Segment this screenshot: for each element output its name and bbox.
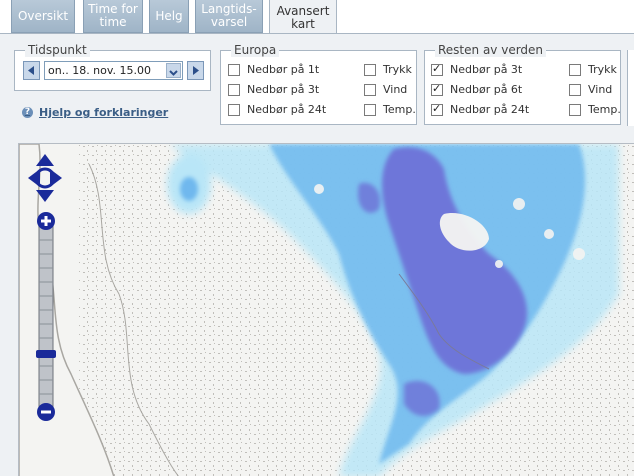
tidspunkt-legend: Tidspunkt — [25, 43, 90, 57]
pan-arrows-icon — [28, 154, 62, 202]
pan-control[interactable] — [26, 152, 64, 204]
arrow-left-icon — [28, 66, 34, 75]
tab-time-for-time[interactable]: Time for time — [83, 0, 143, 33]
zoom-in-icon[interactable] — [37, 212, 55, 230]
help-link[interactable]: ? Hjelp og forklaringer — [22, 106, 168, 119]
tab-oversikt[interactable]: Oversikt — [11, 0, 75, 33]
checkbox-box[interactable] — [431, 102, 443, 116]
resten-trykk-checkbox[interactable]: Trykk — [569, 63, 617, 76]
europa-nedbor-1t-checkbox[interactable]: Nedbør på 1t — [228, 63, 319, 76]
europa-temp-checkbox[interactable]: Temp. — [364, 103, 416, 116]
time-select[interactable]: on.. 18. nov. 15.00 — [44, 61, 183, 80]
time-select-value: on.. 18. nov. 15.00 — [48, 64, 152, 77]
checkbox-box[interactable] — [569, 103, 581, 116]
resten-temp-checkbox[interactable]: Temp. — [569, 103, 621, 116]
map-canvas — [19, 144, 634, 476]
chevron-down-icon[interactable] — [166, 63, 181, 78]
help-icon: ? — [22, 107, 33, 118]
resten-legend: Resten av verden — [435, 43, 547, 57]
europa-nedbor-24t-checkbox[interactable]: Nedbør på 24t — [228, 103, 326, 116]
weather-map[interactable] — [18, 143, 634, 476]
tab-bar: Oversikt Time for time Helg Langtids-var… — [0, 0, 634, 35]
europa-nedbor-3t-checkbox[interactable]: Nedbør på 3t — [228, 83, 319, 96]
zoom-control[interactable] — [35, 212, 57, 422]
europa-vind-checkbox[interactable]: Vind — [364, 83, 407, 96]
tab-langtidsvarsel[interactable]: Langtids-varsel — [195, 0, 263, 33]
zoom-slider-handle[interactable] — [36, 350, 56, 358]
scrollbar-edge[interactable] — [627, 50, 634, 126]
checkbox-box[interactable] — [364, 103, 376, 116]
zoom-out-icon[interactable] — [37, 403, 55, 421]
prev-time-button[interactable] — [23, 61, 40, 80]
checkbox-box[interactable] — [569, 63, 581, 76]
resten-nedbor-3t-checkbox[interactable]: Nedbør på 3t — [431, 62, 522, 76]
arrow-right-icon — [193, 66, 199, 75]
checkbox-box[interactable] — [364, 63, 376, 76]
tab-avansert-kart[interactable]: Avansert kart — [269, 0, 337, 35]
checkbox-box[interactable] — [364, 83, 376, 96]
checkbox-box[interactable] — [431, 82, 443, 96]
europa-trykk-checkbox[interactable]: Trykk — [364, 63, 412, 76]
checkbox-box[interactable] — [228, 83, 240, 96]
checkbox-box[interactable] — [228, 103, 240, 116]
zoom-track[interactable] — [38, 225, 54, 409]
resten-nedbor-6t-checkbox[interactable]: Nedbør på 6t — [431, 82, 522, 96]
checkbox-box[interactable] — [569, 83, 581, 96]
resten-vind-checkbox[interactable]: Vind — [569, 83, 612, 96]
checkbox-box[interactable] — [431, 62, 443, 76]
next-time-button[interactable] — [187, 61, 204, 80]
europa-legend: Europa — [231, 43, 280, 57]
resten-nedbor-24t-checkbox[interactable]: Nedbør på 24t — [431, 102, 529, 116]
tidspunkt-fieldset: Tidspunkt on.. 18. nov. 15.00 — [14, 43, 211, 91]
tab-helg[interactable]: Helg — [149, 0, 189, 33]
checkbox-box[interactable] — [228, 63, 240, 76]
